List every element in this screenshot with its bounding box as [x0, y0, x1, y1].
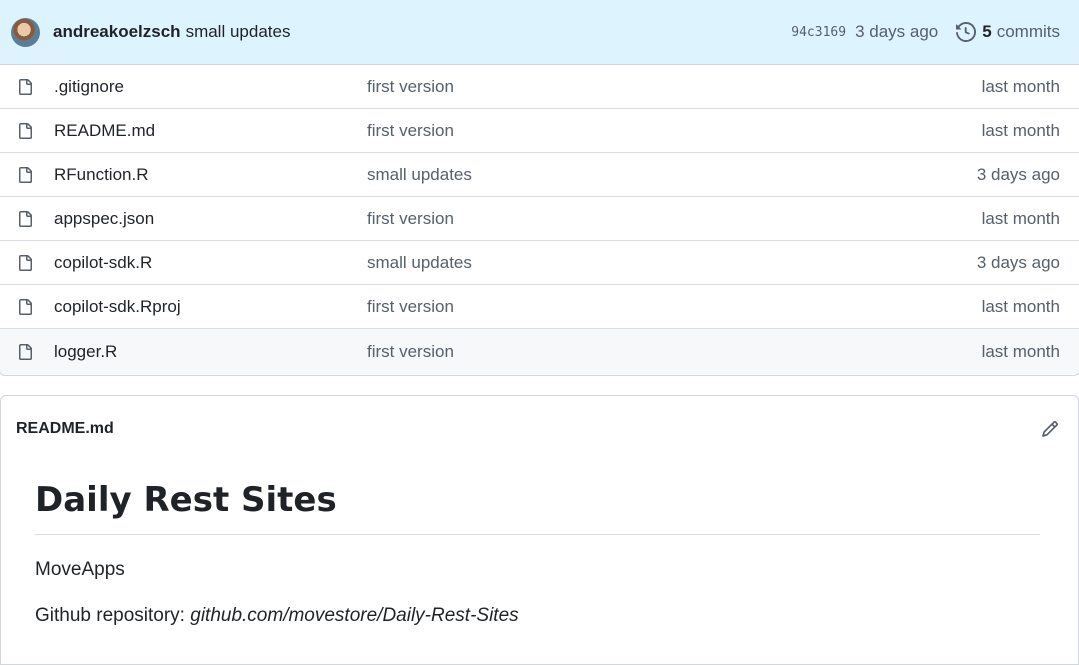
file-name[interactable]: .gitignore [54, 77, 367, 97]
file-row[interactable]: README.md first version last month [0, 109, 1079, 153]
file-commit-date: last month [981, 120, 1060, 140]
commits-link[interactable]: 5 commits [956, 22, 1060, 42]
file-commit-message[interactable]: small updates [367, 165, 977, 185]
pencil-icon[interactable] [1041, 420, 1059, 438]
repo-link[interactable]: github.com/movestore/Daily-Rest-Sites [190, 605, 518, 626]
commits-label: commits [996, 22, 1060, 41]
file-commit-date: 3 days ago [976, 164, 1060, 184]
file-commit-message[interactable]: small updates [367, 253, 977, 273]
file-row[interactable]: copilot-sdk.Rproj first version last month [0, 285, 1079, 329]
file-row[interactable]: .gitignore first version last month [0, 65, 1079, 109]
file-name[interactable]: copilot-sdk.R [54, 253, 367, 273]
file-name[interactable]: copilot-sdk.Rproj [54, 297, 367, 317]
readme-title: Daily Rest Sites [35, 480, 1040, 535]
file-row[interactable]: RFunction.R small updates 3 days ago [0, 153, 1079, 197]
file-name[interactable]: logger.R [54, 342, 367, 362]
file-commit-date: last month [981, 208, 1060, 228]
file-commit-message[interactable]: first version [367, 342, 982, 362]
history-icon [956, 22, 977, 42]
readme-line: MoveApps [35, 559, 125, 580]
file-commit-message[interactable]: first version [367, 209, 982, 229]
commit-message[interactable]: small updates [186, 22, 291, 42]
latest-commit-bar: andreakoelzsch small updates 94c3169 3 d… [0, 0, 1079, 65]
file-commit-message[interactable]: first version [367, 121, 982, 141]
commit-time: 3 days ago [855, 22, 939, 41]
file-icon [19, 166, 32, 183]
file-commit-date: 3 days ago [976, 252, 1060, 272]
readme-filename[interactable]: README.md [16, 420, 114, 438]
file-icon [19, 122, 32, 139]
file-row[interactable]: appspec.json first version last month [0, 197, 1079, 241]
file-name[interactable]: appspec.json [54, 209, 367, 229]
commit-author[interactable]: andreakoelzsch [53, 22, 181, 42]
readme-content: Daily Rest Sites MoveApps Github reposit… [1, 462, 1078, 627]
file-commit-date: last month [981, 76, 1060, 96]
file-row[interactable]: copilot-sdk.R small updates 3 days ago [0, 241, 1079, 285]
file-icon [19, 343, 32, 360]
file-commit-message[interactable]: first version [367, 297, 982, 317]
file-icon [19, 254, 32, 271]
repo-label: Github repository: [35, 605, 191, 626]
avatar[interactable] [11, 17, 40, 47]
readme-header: README.md [1, 396, 1078, 462]
file-name[interactable]: RFunction.R [54, 165, 367, 185]
readme-panel: README.md Daily Rest Sites MoveApps Gith… [0, 395, 1079, 665]
file-commit-message[interactable]: first version [367, 77, 982, 97]
commit-sha[interactable]: 94c3169 [791, 25, 846, 40]
file-commit-date: last month [981, 296, 1060, 316]
file-browser: andreakoelzsch small updates 94c3169 3 d… [0, 0, 1079, 376]
file-icon [19, 78, 32, 95]
file-icon [19, 298, 32, 315]
file-commit-date: last month [981, 341, 1060, 361]
readme-repo-line: Github repository: github.com/movestore/… [35, 605, 1040, 627]
file-row[interactable]: logger.R first version last month [0, 329, 1079, 374]
file-name[interactable]: README.md [54, 121, 367, 141]
file-icon [19, 210, 32, 227]
commit-count: 5 [982, 22, 992, 41]
